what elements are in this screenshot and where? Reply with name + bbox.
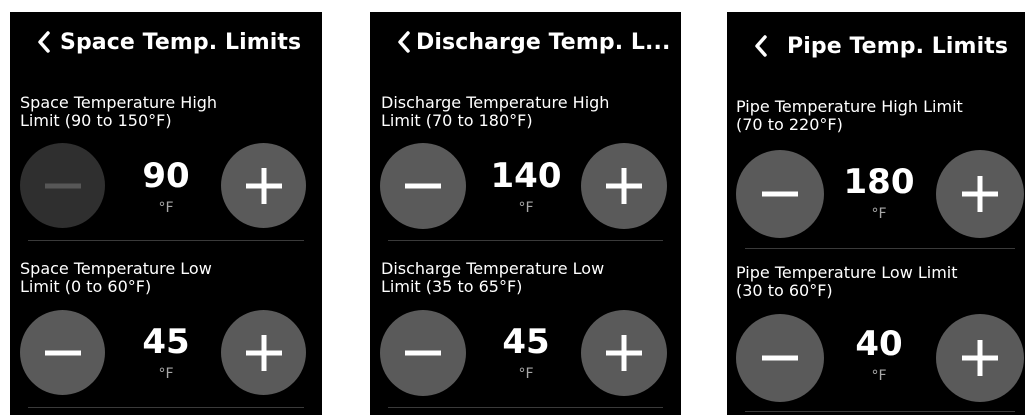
screen-header: Space Temp. Limits: [10, 12, 322, 72]
minus-icon: [405, 350, 441, 356]
high-limit-label-line1: Discharge Temperature High: [381, 93, 610, 112]
low-limit-decrease-button[interactable]: [20, 310, 105, 395]
low-limit-label: Space Temperature Low Limit (0 to 60°F): [20, 260, 212, 296]
back-button[interactable]: [32, 27, 56, 57]
low-limit-label-line2: (30 to 60°F): [736, 281, 833, 300]
low-limit-unit: °F: [518, 366, 534, 382]
low-limit-label: Discharge Temperature Low Limit (35 to 6…: [381, 260, 604, 296]
low-limit-value: 40: [855, 324, 903, 364]
high-limit-increase-button[interactable]: [221, 143, 306, 228]
plus-icon: [245, 167, 282, 204]
minus-icon: [405, 183, 441, 189]
high-limit-unit: °F: [518, 200, 534, 216]
high-limit-decrease-button[interactable]: [736, 150, 824, 238]
section-divider: [28, 407, 304, 408]
screen-header: Discharge Temp. L...: [370, 12, 681, 72]
plus-icon: [606, 335, 642, 371]
back-button[interactable]: [749, 31, 773, 61]
high-limit-label-line1: Space Temperature High: [20, 93, 218, 112]
high-limit-increase-button[interactable]: [936, 150, 1024, 238]
low-limit-label-line2: Limit (35 to 65°F): [381, 277, 523, 296]
screen-header: Pipe Temp. Limits: [727, 16, 1025, 76]
section-divider: [745, 411, 1015, 412]
low-limit-increase-button[interactable]: [581, 310, 667, 396]
low-limit-increase-button[interactable]: [936, 314, 1024, 402]
low-limit-label-line1: Space Temperature Low: [20, 259, 212, 278]
high-limit-label-line1: Pipe Temperature High Limit: [736, 97, 963, 116]
plus-icon: [606, 168, 642, 204]
discharge-temp-limits-screen: Discharge Temp. L... Discharge Temperatu…: [370, 12, 681, 415]
high-limit-decrease-button[interactable]: [20, 143, 105, 228]
low-limit-increase-button[interactable]: [221, 310, 306, 395]
high-limit-label: Pipe Temperature High Limit (70 to 220°F…: [736, 98, 963, 134]
minus-icon: [44, 183, 81, 188]
minus-icon: [762, 191, 798, 197]
low-limit-decrease-button[interactable]: [380, 310, 466, 396]
minus-icon: [762, 355, 798, 361]
low-limit-value: 45: [502, 322, 550, 362]
high-limit-label: Discharge Temperature High Limit (70 to …: [381, 94, 609, 130]
plus-icon: [245, 334, 282, 371]
plus-icon: [962, 176, 998, 212]
high-limit-value: 180: [843, 162, 915, 202]
low-limit-decrease-button[interactable]: [736, 314, 824, 402]
screen-title: Discharge Temp. L...: [416, 29, 671, 55]
high-limit-label: Space Temperature High Limit (90 to 150°…: [20, 94, 217, 130]
high-limit-label-line2: (70 to 220°F): [736, 115, 843, 134]
section-divider: [388, 240, 663, 241]
low-limit-label-line2: Limit (0 to 60°F): [20, 277, 152, 296]
high-limit-label-line2: Limit (90 to 150°F): [20, 111, 172, 130]
back-button[interactable]: [392, 27, 416, 57]
chevron-left-icon: [755, 35, 767, 57]
chevron-left-icon: [398, 31, 410, 53]
high-limit-value: 140: [490, 156, 562, 196]
low-limit-unit: °F: [871, 368, 887, 384]
chevron-left-icon: [38, 31, 50, 53]
low-limit-label: Pipe Temperature Low Limit (30 to 60°F): [736, 264, 958, 300]
section-divider: [388, 407, 663, 408]
plus-icon: [962, 340, 998, 376]
high-limit-unit: °F: [871, 206, 887, 222]
low-limit-label-line1: Discharge Temperature Low: [381, 259, 605, 278]
low-limit-unit: °F: [158, 366, 174, 382]
low-limit-value: 45: [142, 322, 190, 362]
minus-icon: [44, 350, 81, 355]
low-limit-label-line1: Pipe Temperature Low Limit: [736, 263, 958, 282]
high-limit-unit: °F: [158, 200, 174, 216]
section-divider: [28, 240, 304, 241]
high-limit-decrease-button[interactable]: [380, 143, 466, 229]
screen-title: Space Temp. Limits: [60, 29, 302, 55]
section-divider: [745, 248, 1015, 249]
high-limit-increase-button[interactable]: [581, 143, 667, 229]
screen-title: Pipe Temp. Limits: [787, 33, 1009, 59]
high-limit-label-line2: Limit (70 to 180°F): [381, 111, 533, 130]
high-limit-value: 90: [142, 156, 190, 196]
pipe-temp-limits-screen: Pipe Temp. Limits Pipe Temperature High …: [727, 12, 1025, 415]
space-temp-limits-screen: Space Temp. Limits Space Temperature Hig…: [10, 12, 322, 415]
